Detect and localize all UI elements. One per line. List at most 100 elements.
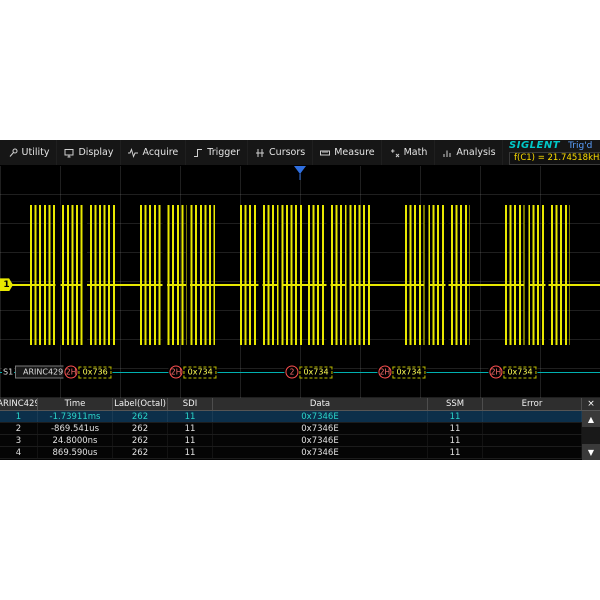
cell-data: 0x7346E: [213, 435, 428, 446]
cell-label-octal: 262: [113, 423, 168, 434]
menu-utility[interactable]: Utility: [0, 140, 57, 165]
waveform-burst: [405, 205, 470, 344]
decode-frame-label: 2H: [170, 366, 183, 379]
col-header-data: Data: [213, 398, 428, 410]
close-icon[interactable]: ×: [582, 398, 600, 411]
monitor-icon: [63, 147, 75, 159]
cell-time: -869.541us: [38, 423, 113, 434]
col-header-label-octal: Label(Octal): [113, 398, 168, 410]
decode-table-header: ARINC429 Time Label(Octal) SDI Data SSM …: [0, 398, 600, 411]
col-header-ssm: SSM: [428, 398, 483, 410]
cell-sdi: 11: [168, 447, 213, 458]
cell-sdi: 11: [168, 435, 213, 446]
decode-frame-label: 2H: [489, 366, 502, 379]
frequency-readout: f(C1) = 21.74518kHz: [509, 152, 600, 165]
cell-ssm: 11: [428, 435, 483, 446]
waveform-burst: [140, 205, 215, 344]
menu-cursors[interactable]: Cursors: [248, 140, 313, 165]
cell-time: -1.73911ms: [38, 411, 113, 422]
waveform-display: 1 S1 ARINC429 2H 0x736 2H 0x734 2 0x734: [0, 166, 600, 398]
waveform-burst: [30, 205, 115, 344]
cell-sdi: 11: [168, 411, 213, 422]
menu-math-label: Math: [404, 147, 428, 158]
trigger-position-marker[interactable]: [294, 166, 306, 174]
menu-measure[interactable]: Measure: [313, 140, 382, 165]
cell-data: 0x7346E: [213, 423, 428, 434]
table-row[interactable]: 4 869.590us 262 11 0x7346E 11: [0, 447, 600, 459]
cell-time: 24.8000ns: [38, 435, 113, 446]
waveform-icon: [127, 147, 139, 159]
col-header-sdi: SDI: [168, 398, 213, 410]
ruler-icon: [319, 147, 331, 159]
bar-chart-icon: [441, 147, 453, 159]
table-row[interactable]: 1 -1.73911ms 262 11 0x7346E 11: [0, 411, 600, 423]
scroll-down-icon[interactable]: ▼: [582, 444, 600, 460]
col-header-time: Time: [38, 398, 113, 410]
waveform-burst: [505, 205, 570, 344]
cell-error: [483, 411, 582, 422]
table-scrollbar: × ▲ ▼: [582, 398, 600, 460]
cell-index: 1: [0, 411, 38, 422]
siglent-logo: SIGLENT: [509, 140, 560, 151]
table-row[interactable]: 3 24.8000ns 262 11 0x7346E 11: [0, 435, 600, 447]
menu-display[interactable]: Display: [57, 140, 121, 165]
menu-acquire-label: Acquire: [142, 147, 178, 158]
decode-bus-strip: S1 ARINC429 2H 0x736 2H 0x734 2 0x734 2H…: [0, 363, 600, 381]
table-row[interactable]: 2 -869.541us 262 11 0x7346E 11: [0, 423, 600, 435]
menu-analysis[interactable]: Analysis: [435, 140, 503, 165]
menu-math[interactable]: Math: [382, 140, 435, 165]
decode-frame: 2H 0x736: [64, 366, 113, 379]
col-header-arinc429: ARINC429: [0, 398, 38, 410]
decode-frame: 2H 0x734: [377, 366, 426, 379]
decode-frame-label: 2H: [378, 366, 391, 379]
waveform-burst: [308, 205, 370, 344]
cell-sdi: 11: [168, 423, 213, 434]
decode-frame-value: 0x734: [184, 366, 217, 378]
decode-frame-value: 0x734: [392, 366, 425, 378]
trigger-position-stem: [300, 174, 301, 180]
cell-index: 4: [0, 447, 38, 458]
channel-1-badge[interactable]: 1: [0, 278, 13, 291]
menu-acquire[interactable]: Acquire: [121, 140, 186, 165]
menu-display-label: Display: [78, 147, 113, 158]
decode-bus-label: S1: [2, 368, 14, 377]
decode-frame: 2H 0x734: [488, 366, 537, 379]
decode-frame-value: 0x736: [79, 366, 112, 378]
scrollbar-track[interactable]: [582, 427, 600, 444]
menu-utility-label: Utility: [22, 147, 50, 158]
waveform-burst: [240, 205, 302, 344]
cell-index: 3: [0, 435, 38, 446]
screenshot-canvas: Utility Display Acquire Trigger Cursors …: [0, 0, 600, 600]
cell-ssm: 11: [428, 411, 483, 422]
trigger-status: Trig'd: [568, 141, 592, 151]
decode-frame-label: 2: [285, 366, 298, 379]
menubar-status-area: SIGLENT Trig'd f(C1) = 21.74518kHz ARINC…: [503, 140, 600, 165]
cell-ssm: 11: [428, 423, 483, 434]
status-cluster: SIGLENT Trig'd f(C1) = 21.74518kHz: [503, 140, 600, 165]
oscilloscope-window: Utility Display Acquire Trigger Cursors …: [0, 140, 600, 460]
cell-label-octal: 262: [113, 435, 168, 446]
menu-cursors-label: Cursors: [269, 147, 305, 158]
pulse-edge-icon: [192, 147, 204, 159]
plus-times-icon: [389, 147, 401, 159]
menu-trigger[interactable]: Trigger: [186, 140, 248, 165]
cell-label-octal: 262: [113, 447, 168, 458]
menu-analysis-label: Analysis: [456, 147, 495, 158]
decode-table: ARINC429 Time Label(Octal) SDI Data SSM …: [0, 398, 600, 460]
cell-label-octal: 262: [113, 411, 168, 422]
cell-error: [483, 447, 582, 458]
cursors-icon: [254, 147, 266, 159]
decode-frame-value: 0x734: [299, 366, 332, 378]
decode-frame: 2 0x734: [284, 366, 333, 379]
cell-error: [483, 423, 582, 434]
cell-ssm: 11: [428, 447, 483, 458]
col-header-error: Error: [483, 398, 582, 410]
decode-frame-label: 2H: [65, 366, 78, 379]
wrench-icon: [7, 147, 19, 159]
cell-index: 2: [0, 423, 38, 434]
menu-trigger-label: Trigger: [207, 147, 240, 158]
cell-data: 0x7346E: [213, 447, 428, 458]
menu-bar: Utility Display Acquire Trigger Cursors …: [0, 140, 600, 166]
cell-data: 0x7346E: [213, 411, 428, 422]
scroll-up-icon[interactable]: ▲: [582, 411, 600, 427]
